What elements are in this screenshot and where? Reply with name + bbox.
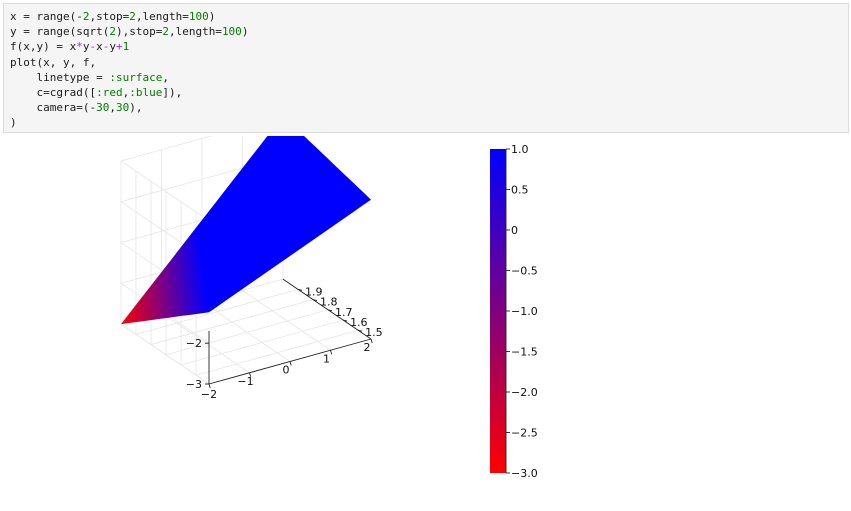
- colorbar-tick-label: −3.0: [511, 467, 538, 480]
- x-tick-label: −1: [237, 375, 253, 388]
- plot-output: −2 −1 0 1 2 1.5 1.6 1.7 1.8 1.9 −3 −2 1.0 0.5 0 −0.5 −1…: [0, 115, 851, 507]
- code-line: ): [10, 115, 842, 130]
- code-token: ): [241, 25, 249, 39]
- x-tick-mark: [370, 338, 373, 344]
- code-token: 100: [188, 10, 209, 23]
- y-tick-label: 1.7: [335, 306, 353, 319]
- code-token: plot(x, y, f,: [10, 55, 97, 69]
- code-token: ,length=: [168, 25, 222, 39]
- code-token: f(x,y) = x: [10, 40, 77, 54]
- colorbar-tick-label: 0.5: [511, 184, 529, 197]
- code-token: ): [208, 10, 216, 23]
- code-cell[interactable]: x = range(-2,stop=2,length=100) y = range…: [3, 3, 849, 133]
- grid-line: [120, 160, 210, 222]
- colorbar-tick-label: −1.5: [511, 346, 538, 359]
- colorbar-tick-label: −0.5: [511, 265, 538, 278]
- code-token: x: [96, 40, 103, 54]
- colorbar-gradient: [490, 149, 506, 473]
- code-token: :red: [96, 86, 123, 100]
- code-line: camera=(-30,30),: [10, 100, 842, 115]
- surface-plot: −2−10121.51.61.71.81.9−3−2 1.00.50−0.5−1…: [120, 115, 538, 480]
- colorbar-tick-label: −2.0: [511, 386, 538, 399]
- code-token: ): [10, 116, 17, 130]
- code-token: ),stop=: [115, 25, 163, 39]
- code-line: linetype = :surface,: [10, 70, 842, 85]
- x-tick-label: 2: [364, 341, 371, 354]
- y-tick-label: 1.9: [305, 285, 323, 298]
- colorbar-tick-label: −2.5: [511, 427, 538, 440]
- code-line: f(x,y) = x*y-x-y+1: [10, 39, 842, 54]
- code-line: c=cgrad([:red,:blue]),: [10, 85, 842, 100]
- code-token: ,stop=: [89, 10, 130, 23]
- code-token: ),: [129, 101, 143, 115]
- y-axis-line: [282, 278, 372, 340]
- code-token: x = range(-: [10, 10, 83, 23]
- code-token: camera=(-: [10, 101, 97, 115]
- code-token: y = range(sqrt(: [10, 25, 110, 39]
- code-token: 30: [115, 101, 130, 115]
- code-token: :blue: [129, 86, 163, 100]
- x-tick-label: 1: [323, 352, 330, 365]
- code-token: 2: [129, 10, 136, 23]
- y-tick-label: 1.8: [320, 296, 338, 309]
- code-token: 1: [122, 40, 130, 54]
- code-token: :surface: [109, 70, 163, 84]
- code-line: plot(x, y, f,: [10, 55, 842, 70]
- y-tick-label: 1.6: [350, 316, 368, 329]
- colorbar-tick-label: 1.0: [511, 143, 529, 156]
- code-token: ,length=: [135, 10, 189, 23]
- colorbar-tick-label: 0: [511, 224, 518, 237]
- x-tick-label: −2: [201, 388, 217, 401]
- code-token: y: [109, 40, 116, 54]
- colorbar: 1.0 0.5 0 −0.5 −1.0 −1.5 −2.0 −2.5 −3.0: [490, 143, 538, 480]
- code-token: 100: [221, 25, 242, 39]
- code-editor[interactable]: x = range(-2,stop=2,length=100) y = range…: [10, 9, 842, 131]
- z-tick-label: −2: [186, 337, 202, 350]
- code-token: 2: [162, 25, 169, 39]
- y-tick-label: 1.5: [365, 326, 383, 339]
- code-token: ]),: [162, 86, 183, 100]
- code-token: +: [115, 40, 123, 54]
- code-token: ,: [109, 101, 116, 115]
- code-line: x = range(-2,stop=2,length=100): [10, 9, 842, 24]
- x-tick-mark: [289, 361, 292, 366]
- x-tick-mark: [330, 350, 333, 355]
- code-token: ,: [162, 70, 169, 84]
- code-token: *: [76, 40, 83, 54]
- colorbar-tick-label: −1.0: [511, 305, 538, 318]
- code-token: 2: [109, 25, 116, 39]
- code-line: y = range(sqrt(2),stop=2,length=100): [10, 24, 842, 39]
- code-token: c=cgrad([: [10, 86, 97, 100]
- x-tick-label: 0: [283, 364, 290, 377]
- code-token: linetype =: [10, 70, 110, 84]
- code-token: 30: [96, 101, 110, 115]
- z-tick-label: −3: [186, 378, 202, 391]
